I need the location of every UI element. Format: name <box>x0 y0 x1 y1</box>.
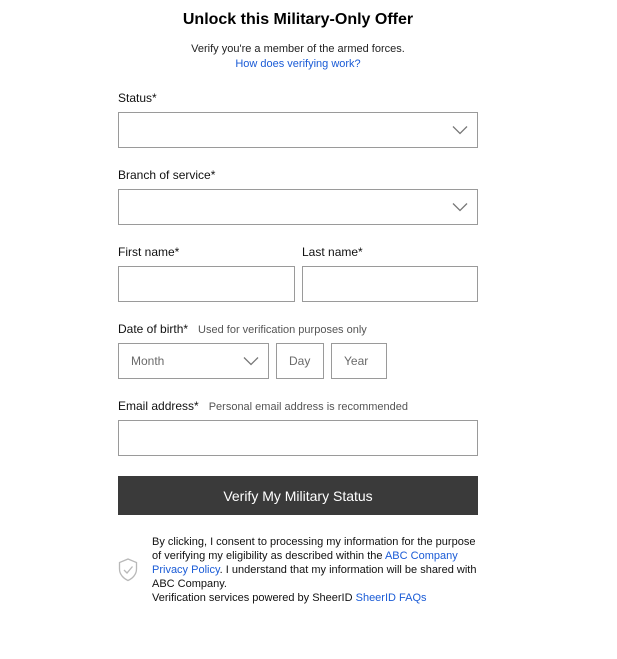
last-name-label: Last name* <box>302 245 363 259</box>
powered-by-text: Verification services powered by SheerID <box>152 592 356 604</box>
shield-check-icon <box>118 558 138 582</box>
page-subtitle: Verify you're a member of the armed forc… <box>191 43 405 55</box>
dob-label: Date of birth* Used for verification purp… <box>118 322 367 336</box>
chevron-down-icon <box>452 203 468 212</box>
status-select[interactable] <box>118 112 478 148</box>
chevron-down-icon <box>452 126 468 135</box>
first-name-field[interactable] <box>118 266 295 302</box>
sheerid-faqs-link[interactable]: SheerID FAQs <box>356 592 427 604</box>
dob-year-field[interactable]: Year <box>331 343 387 379</box>
verification-page: Unlock this Military-Only Offer Verify y… <box>0 0 617 659</box>
email-label: Email address* Personal email address is … <box>118 399 408 413</box>
chevron-down-icon <box>243 357 259 366</box>
branch-label: Branch of service* <box>118 168 216 182</box>
dob-month-placeholder: Month <box>131 354 165 368</box>
dob-day-field[interactable]: Day <box>276 343 324 379</box>
first-name-label: First name* <box>118 245 180 259</box>
consent-text: By clicking, I consent to processing my … <box>152 535 482 605</box>
page-title: Unlock this Military-Only Offer <box>182 11 414 28</box>
how-verifying-works-link[interactable]: How does verifying work? <box>0 58 596 70</box>
dob-year-placeholder: Year <box>344 354 369 368</box>
dob-day-placeholder: Day <box>289 354 311 368</box>
branch-select[interactable] <box>118 189 478 225</box>
last-name-field[interactable] <box>302 266 478 302</box>
dob-label-text: Date of birth* <box>118 322 189 336</box>
email-field[interactable] <box>118 420 478 456</box>
email-hint: Personal email address is recommended <box>208 401 409 413</box>
verify-military-status-button[interactable]: Verify My Military Status <box>118 476 478 515</box>
email-label-text: Email address* <box>118 399 199 413</box>
status-label: Status* <box>118 91 157 105</box>
dob-hint: Used for verification purposes only <box>198 324 367 336</box>
dob-month-select[interactable]: Month <box>118 343 269 379</box>
